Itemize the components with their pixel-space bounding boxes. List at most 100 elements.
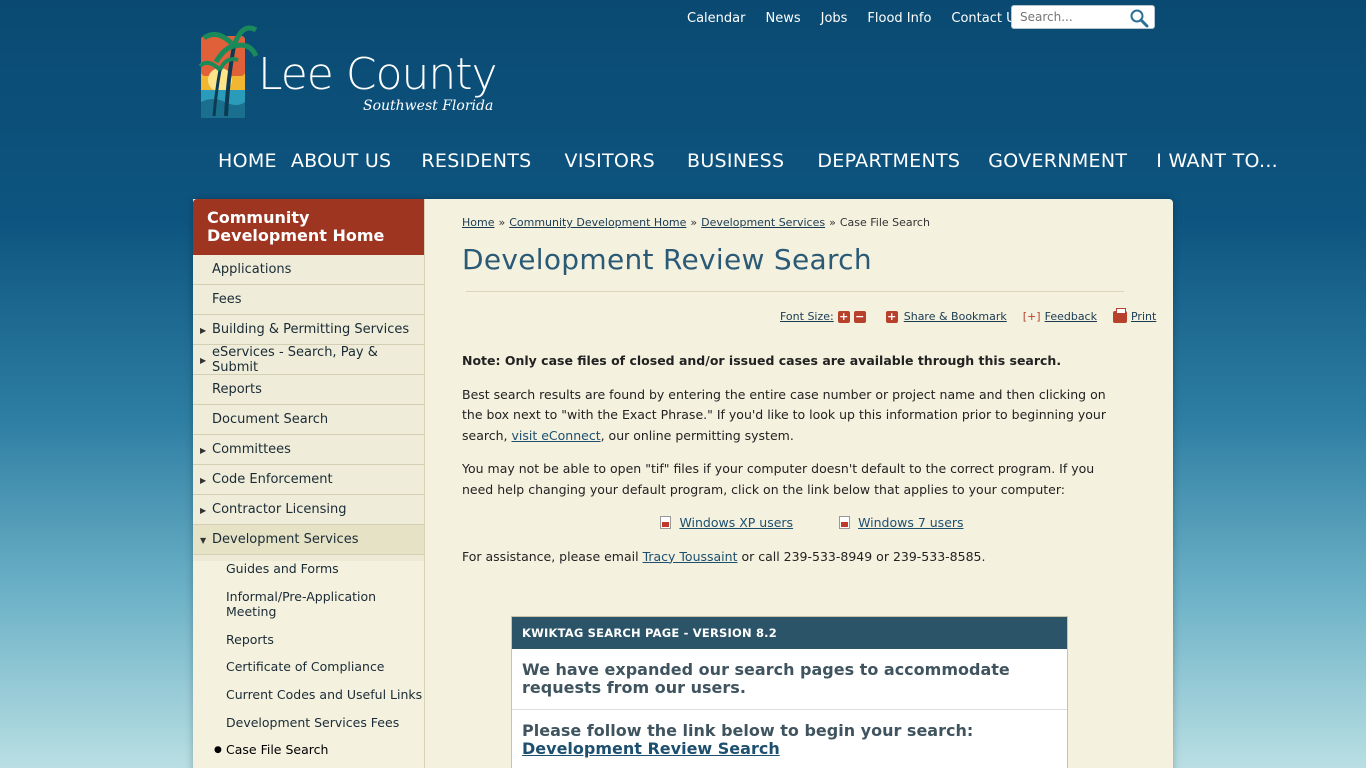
sidebar-item-building-permitting[interactable]: ▶ Building & Permitting Services <box>193 315 424 345</box>
expand-arrow-icon[interactable]: ▶ <box>200 356 206 365</box>
sidebar-item-label: Fees <box>212 292 242 307</box>
econnect-link[interactable]: visit eConnect <box>511 428 600 443</box>
paragraph-text: , our online permitting system. <box>600 427 794 443</box>
pdf-icon <box>660 516 672 529</box>
sidebar-item-code-enforcement[interactable]: ▶ Code Enforcement <box>193 465 424 495</box>
nav-residents[interactable]: RESIDENTS <box>421 148 531 174</box>
palm-tree-logo-icon <box>198 25 258 118</box>
page-tools: Font Size: + − + Share & Bookmark [+] Fe… <box>780 307 1156 323</box>
nav-departments[interactable]: DEPARTMENTS <box>817 148 960 174</box>
breadcrumb-separator: » <box>498 216 506 229</box>
page-title: Development Review Search <box>462 243 872 276</box>
windows-7-link[interactable]: Windows 7 users <box>858 515 963 530</box>
email-contact-link[interactable]: Tracy Toussaint <box>643 549 738 564</box>
title-divider <box>466 291 1124 292</box>
breadcrumb: Home» Community Development Home» Developm… <box>462 216 930 229</box>
util-link-news[interactable]: News <box>765 11 800 27</box>
kwiktag-panel: KWIKTAG SEARCH PAGE - VERSION 8.2 We hav… <box>511 616 1068 768</box>
breadcrumb-current: Case File Search <box>839 216 930 229</box>
sidebar-subitem-dev-fees[interactable]: Development Services Fees <box>193 715 424 742</box>
sidebar-subitem-informal-meeting[interactable]: Informal/Pre-Application Meeting <box>193 589 424 632</box>
font-size-label[interactable]: Font Size: <box>780 310 834 323</box>
sidebar-subitem-reports[interactable]: Reports <box>193 632 424 659</box>
sidebar-item-reports[interactable]: Reports <box>193 375 424 405</box>
sidebar-item-document-search[interactable]: Document Search <box>193 405 424 435</box>
sidebar-submenu: Guides and Forms Informal/Pre-Applicatio… <box>193 555 424 768</box>
sidebar-subitem-current-codes[interactable]: Current Codes and Useful Links <box>193 687 424 715</box>
print-icon[interactable] <box>1112 307 1127 323</box>
breadcrumb-separator: » <box>829 216 836 229</box>
nav-business[interactable]: BUSINESS <box>687 148 784 174</box>
sidebar-item-committees[interactable]: ▶ Committees <box>193 435 424 465</box>
sidebar-item-label: Building & Permitting Services <box>212 322 410 337</box>
site-search <box>1011 5 1155 29</box>
sidebar-item-fees[interactable]: Fees <box>193 285 424 315</box>
sidebar-subitem-label: Case File Search <box>226 742 329 757</box>
pdf-icon <box>839 516 851 529</box>
print-link[interactable]: Print <box>1131 310 1156 323</box>
search-icon[interactable] <box>1128 8 1150 28</box>
note-text: Note: Only case files of closed and/or i… <box>462 353 1062 368</box>
kwiktag-instruction-text: Please follow the link below to begin yo… <box>522 721 974 740</box>
os-links: Windows XP users Windows 7 users <box>462 513 1122 534</box>
windows-xp-link[interactable]: Windows XP users <box>679 515 793 530</box>
nav-home[interactable]: HOME <box>218 148 277 174</box>
feedback-link[interactable]: Feedback <box>1045 310 1097 323</box>
search-input[interactable] <box>1012 10 1124 24</box>
paragraph-text: or call 239-533-8949 or 239-533-8585. <box>737 548 986 564</box>
sidebar-item-label: Contractor Licensing <box>212 502 347 517</box>
main-nav: HOME ABOUT US RESIDENTS VISITORS BUSINES… <box>206 148 1278 174</box>
sidebar-item-eservices[interactable]: ▶ eServices - Search, Pay & Submit <box>193 345 424 375</box>
utility-nav: Calendar News Jobs Flood Info Contact Us <box>687 11 1042 27</box>
paragraph-assistance: For assistance, please email Tracy Touss… <box>462 547 1122 568</box>
logo-subtitle: Southwest Florida <box>363 98 494 114</box>
breadcrumb-community-dev[interactable]: Community Development Home <box>509 216 686 229</box>
sidebar-item-development-services[interactable]: ▼ Development Services <box>193 525 424 555</box>
breadcrumb-home[interactable]: Home <box>462 216 494 229</box>
sidebar-item-label: eServices - Search, Pay & Submit <box>212 344 378 375</box>
share-bookmark-link[interactable]: Share & Bookmark <box>904 310 1007 323</box>
nav-i-want-to[interactable]: I WANT TO... <box>1156 148 1278 174</box>
kwiktag-header: KWIKTAG SEARCH PAGE - VERSION 8.2 <box>512 617 1067 649</box>
expand-arrow-icon[interactable]: ▶ <box>200 446 206 455</box>
paragraph-search-tips: Best search results are found by enterin… <box>462 385 1122 447</box>
sidebar: Community Development Home Applications … <box>193 199 425 768</box>
kwiktag-message: We have expanded our search pages to acc… <box>512 649 1067 710</box>
share-icon[interactable]: + <box>885 310 898 323</box>
development-review-search-link[interactable]: Development Review Search <box>522 739 780 758</box>
article-body: Note: Only case files of closed and/or i… <box>462 351 1122 580</box>
nav-government[interactable]: GOVERNMENT <box>988 148 1127 174</box>
kwiktag-instructions: Please follow the link below to begin yo… <box>512 710 1067 768</box>
feedback-icon[interactable]: [+] <box>1023 310 1041 323</box>
sidebar-subitem-guides-forms[interactable]: Guides and Forms <box>193 561 424 589</box>
expand-arrow-icon[interactable]: ▶ <box>200 476 206 485</box>
paragraph-tif-files: You may not be able to open "tif" files … <box>462 461 1095 497</box>
site-logo[interactable]: Lee County Southwest Florida <box>198 18 498 124</box>
active-bullet-icon: ● <box>214 745 222 755</box>
paragraph-text: For assistance, please email <box>462 548 643 564</box>
sidebar-item-label: Code Enforcement <box>212 472 333 487</box>
expand-arrow-icon[interactable]: ▶ <box>200 326 206 335</box>
util-link-flood-info[interactable]: Flood Info <box>867 11 931 27</box>
sidebar-item-label: Document Search <box>212 412 329 427</box>
os-link-7-wrap: Windows 7 users <box>839 513 964 534</box>
sidebar-item-label: Development Services <box>212 532 359 547</box>
expand-arrow-icon[interactable]: ▶ <box>200 506 206 515</box>
nav-about-us[interactable]: ABOUT US <box>291 148 392 174</box>
util-link-calendar[interactable]: Calendar <box>687 11 745 27</box>
collapse-arrow-icon[interactable]: ▼ <box>200 536 206 545</box>
nav-visitors[interactable]: VISITORS <box>565 148 656 174</box>
sidebar-subitem-case-file-search[interactable]: ● Case File Search <box>193 742 424 768</box>
sidebar-heading[interactable]: Community Development Home <box>193 199 424 255</box>
logo-title: Lee County <box>258 49 498 100</box>
breadcrumb-separator: » <box>690 216 698 229</box>
sidebar-subitem-certificate-compliance[interactable]: Certificate of Compliance <box>193 659 424 687</box>
sidebar-item-label: Applications <box>212 262 292 277</box>
sidebar-item-contractor-licensing[interactable]: ▶ Contractor Licensing <box>193 495 424 525</box>
sidebar-item-applications[interactable]: Applications <box>193 255 424 285</box>
util-link-jobs[interactable]: Jobs <box>821 11 848 27</box>
font-increase-icon[interactable]: + <box>837 310 850 323</box>
os-link-xp-wrap: Windows XP users <box>660 513 793 534</box>
font-decrease-icon[interactable]: − <box>853 310 866 323</box>
breadcrumb-dev-services[interactable]: Development Services <box>701 216 825 229</box>
